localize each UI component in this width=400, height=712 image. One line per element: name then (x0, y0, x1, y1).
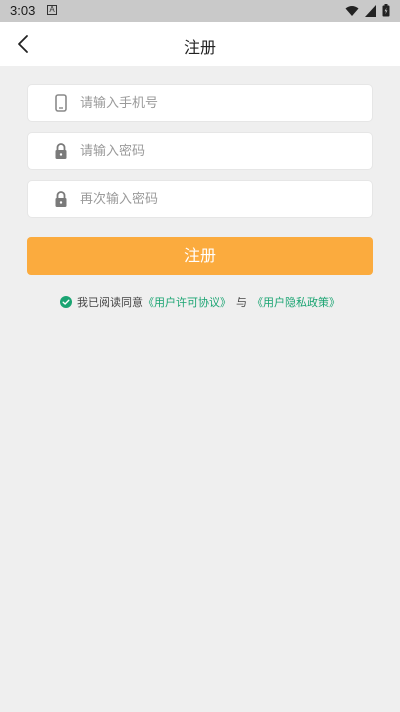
phone-field[interactable] (27, 84, 373, 122)
register-button[interactable]: 注册 (27, 237, 373, 275)
password-field[interactable] (27, 132, 373, 170)
privacy-policy-link[interactable]: 《用户隐私政策》 (252, 294, 340, 310)
page-title: 注册 (183, 38, 216, 57)
check-circle-icon[interactable] (60, 296, 72, 308)
password-input[interactable] (80, 133, 360, 169)
wifi-icon (345, 5, 359, 16)
agreement-prefix: 我已阅读同意 (77, 296, 143, 309)
phone-icon (55, 94, 67, 112)
confirm-password-field[interactable] (27, 180, 373, 218)
status-bar: 3:03 A (0, 0, 400, 22)
status-icons (345, 4, 390, 17)
agreement-conjunction: 与 (236, 296, 247, 309)
agreement-row: 我已阅读同意 《用户许可协议》 与 《用户隐私政策》 (0, 294, 400, 310)
status-time: 3:03 (10, 3, 36, 18)
confirm-password-input[interactable] (80, 181, 360, 217)
signal-icon (365, 4, 376, 17)
lock-icon (55, 191, 67, 207)
phone-input[interactable] (80, 85, 360, 121)
app-bar: 注册 (0, 22, 400, 66)
user-agreement-link[interactable]: 《用户许可协议》 (143, 294, 231, 310)
lock-icon (55, 143, 67, 159)
battery-icon (382, 4, 390, 17)
app-notification-icon: A (47, 5, 57, 15)
